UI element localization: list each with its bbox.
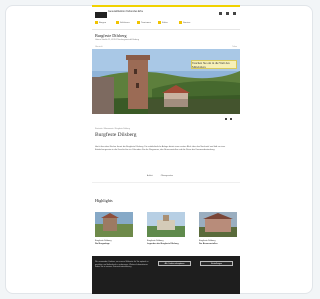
nav-label: Kultur — [162, 21, 168, 24]
tile-name: Die Burganlage — [95, 242, 110, 245]
nav-label: Tourismus — [141, 21, 151, 24]
castle-photo — [92, 49, 240, 114]
logo-text: Generaldirektion Kulturelles Erbe — [108, 10, 144, 13]
tile-caption: Burgfeste Dilsberg — [147, 240, 164, 242]
nav-item-burgen[interactable]: Burgen — [95, 21, 113, 24]
cookie-banner: Wir verwenden Cookies, um unsere Webseit… — [92, 256, 240, 294]
content-divider — [92, 182, 240, 183]
description-text: Hoch über dem Neckar thront die Burgfest… — [95, 146, 226, 152]
nav-item-schloesser[interactable]: Schlösser — [116, 21, 134, 24]
info-links: Anfahrt Öffnungszeiten — [147, 175, 173, 177]
address: Untere Straße 11, 69151 Neckargemünd-Dil… — [95, 39, 139, 41]
nav-label: Service — [183, 21, 191, 24]
nav-item-tourismus[interactable]: Tourismus — [137, 21, 155, 24]
tile-caption: Burgfeste Dilsberg — [95, 240, 112, 242]
highlights-title: Highlights — [95, 198, 113, 203]
tile-name: Der Brunnenstollen — [199, 242, 218, 245]
section-heading: Burgfeste Dilsberg — [95, 132, 137, 138]
highlight-tiles: Burgfeste Dilsberg Die Burganlage Burgfe… — [95, 212, 237, 245]
logo[interactable] — [95, 12, 107, 18]
breadcrumb[interactable]: Startseite / Monumente / Burgfeste Dilsb… — [95, 128, 130, 130]
header-divider — [92, 29, 240, 30]
directions-link[interactable]: Anfahrt — [147, 175, 153, 177]
highlight-tile[interactable]: Burgfeste Dilsberg Legenden der Burgfest… — [147, 212, 185, 245]
nav-icon — [158, 21, 161, 24]
nav-item-service[interactable]: Service — [179, 21, 197, 24]
tile-label: Burgfeste Dilsberg Die Burganlage — [95, 240, 133, 245]
main-nav: Burgen Schlösser Tourismus Kultur Servic… — [95, 21, 197, 24]
header-icons — [219, 12, 236, 15]
tile-image — [199, 212, 237, 237]
accept-cookies-button[interactable]: Alle Cookies akzeptieren — [158, 261, 191, 266]
nav-label: Burgen — [99, 21, 107, 24]
overview-link[interactable]: Übersicht — [95, 46, 103, 48]
cookie-text: Wir verwenden Cookies, um unsere Webseit… — [95, 261, 149, 269]
tile-name: Legenden der Burgfeste Dilsberg — [147, 242, 179, 245]
nav-icon — [137, 21, 140, 24]
language-icon[interactable] — [233, 12, 236, 15]
hero-banner: Tauchen Sie ein in die Welt des Mittelal… — [191, 60, 237, 69]
tile-image — [95, 212, 133, 237]
nav-item-kultur[interactable]: Kultur — [158, 21, 176, 24]
highlight-tile[interactable]: Burgfeste Dilsberg Der Brunnenstollen — [199, 212, 237, 245]
share-link[interactable]: Teilen — [232, 46, 237, 48]
search-icon[interactable] — [219, 12, 222, 15]
menu-icon[interactable] — [226, 12, 229, 15]
prev-arrow-icon[interactable] — [225, 118, 227, 120]
tile-image — [147, 212, 185, 237]
next-arrow-icon[interactable] — [230, 118, 232, 120]
tile-label: Burgfeste Dilsberg Der Brunnenstollen — [199, 240, 237, 245]
nav-icon — [116, 21, 119, 24]
tile-caption: Burgfeste Dilsberg — [199, 240, 216, 242]
accent-strip — [92, 5, 240, 7]
tile-label: Burgfeste Dilsberg Legenden der Burgfest… — [147, 240, 185, 245]
cookie-settings-button[interactable]: Einstellungen — [200, 261, 233, 266]
hero-image — [92, 49, 240, 114]
nav-icon — [179, 21, 182, 24]
webpage-preview: Generaldirektion Kulturelles Erbe Burgen… — [92, 5, 240, 294]
nav-label: Schlösser — [120, 21, 130, 24]
page-title: Burgfeste Dilsberg — [95, 33, 127, 38]
opening-hours-link[interactable]: Öffnungszeiten — [161, 175, 173, 177]
nav-icon — [95, 21, 98, 24]
slider-controls — [225, 118, 232, 120]
highlight-tile[interactable]: Burgfeste Dilsberg Die Burganlage — [95, 212, 133, 245]
